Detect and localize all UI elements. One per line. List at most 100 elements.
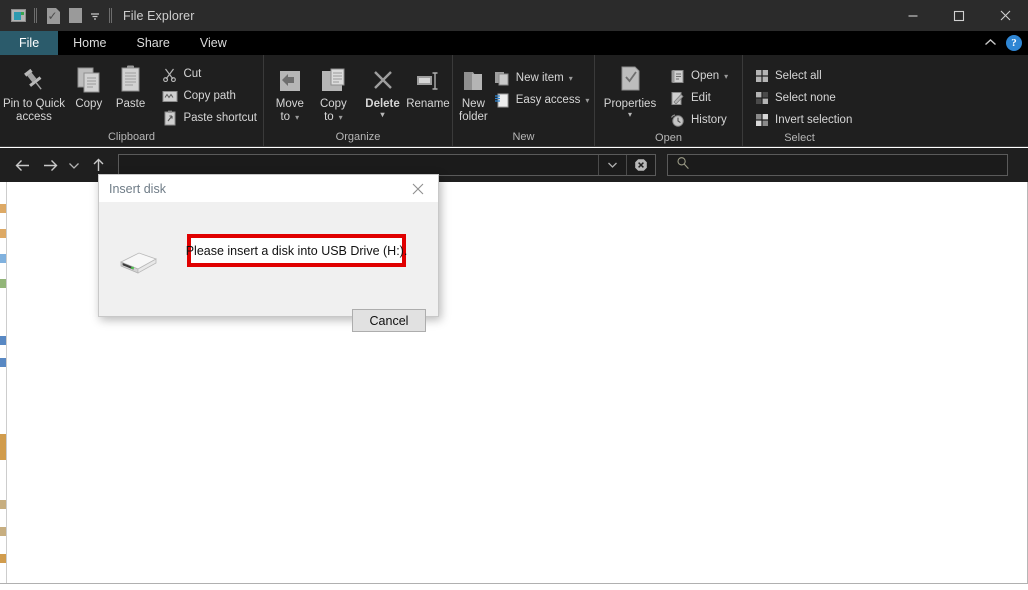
delete-button[interactable]: Delete ▾ <box>361 59 404 118</box>
easy-access-label: Easy access <box>516 94 581 106</box>
edit-button[interactable]: Edit <box>665 87 734 109</box>
tab-share[interactable]: Share <box>122 31 185 55</box>
open-icon <box>668 68 687 85</box>
new-item-button[interactable]: New item ▾ <box>490 67 596 89</box>
invert-selection-icon <box>752 112 771 129</box>
paste-shortcut-icon <box>160 110 179 127</box>
collapse-ribbon-icon[interactable] <box>984 34 997 52</box>
properties-icon[interactable] <box>42 5 64 27</box>
nav-tree-item-stub[interactable] <box>0 254 6 263</box>
select-none-button[interactable]: Select none <box>749 87 858 109</box>
ribbon-tab-bar: File Home Share View ? <box>0 31 1028 55</box>
delete-label: Delete <box>365 98 400 110</box>
paste-shortcut-button[interactable]: Paste shortcut <box>157 107 263 129</box>
open-small-commands: Open ▾ Edit <box>665 59 734 131</box>
copy-path-button[interactable]: Copy path <box>157 85 263 107</box>
copy-path-label: Copy path <box>183 90 235 102</box>
select-all-label: Select all <box>775 70 822 82</box>
help-icon[interactable]: ? <box>1006 35 1022 51</box>
paste-button[interactable]: Paste <box>110 59 152 111</box>
ribbon-group-open: Properties ▾ Open <box>595 55 743 146</box>
search-icon <box>676 156 690 175</box>
forward-button[interactable] <box>36 151 64 179</box>
easy-access-button[interactable]: Easy access ▾ <box>490 89 596 111</box>
copy-label: Copy <box>75 98 102 110</box>
open-button[interactable]: Open ▾ <box>665 65 734 87</box>
nav-tree-item-stub[interactable] <box>0 527 6 536</box>
recent-locations-icon[interactable] <box>64 151 84 179</box>
qat-divider-1 <box>34 8 37 23</box>
window-controls <box>890 0 1028 31</box>
tab-view[interactable]: View <box>185 31 242 55</box>
file-explorer-window: File Explorer File Home Share View ? <box>0 0 1028 590</box>
copy-path-icon <box>160 88 179 105</box>
pin-to-quick-access-label: Pin to Quick access <box>3 98 65 123</box>
stop-icon[interactable] <box>626 155 655 175</box>
dialog-body: Please insert a disk into USB Drive (H:)… <box>99 202 438 317</box>
move-to-label: Move to <box>276 98 304 123</box>
rename-button[interactable]: Rename <box>404 59 452 111</box>
ribbon-group-organize: Move to▾ Copy to▾ <box>264 55 453 146</box>
move-to-icon <box>275 64 305 94</box>
removable-drive-icon <box>109 246 161 280</box>
clipboard-small-commands: Cut Copy path <box>157 59 263 129</box>
select-all-button[interactable]: Select all <box>749 65 858 87</box>
dialog-message: Please insert a disk into USB Drive (H:)… <box>186 244 408 258</box>
history-label: History <box>691 114 727 126</box>
new-folder-icon[interactable] <box>64 5 86 27</box>
new-item-label: New item <box>516 72 564 84</box>
ribbon-group-new: New folder New item ▾ <box>453 55 595 146</box>
nav-tree-item-stub[interactable] <box>0 500 6 509</box>
properties-button[interactable]: Properties ▾ <box>599 59 661 118</box>
ribbon-group-clipboard: Pin to Quick access Copy <box>0 55 264 146</box>
chevron-down-icon[interactable] <box>598 155 626 175</box>
move-to-button[interactable]: Move to▾ <box>268 59 312 124</box>
navigation-pane[interactable] <box>0 182 7 583</box>
tab-file[interactable]: File <box>0 31 58 55</box>
close-icon[interactable] <box>398 175 438 202</box>
copy-button[interactable]: Copy <box>68 59 110 111</box>
cancel-button[interactable]: Cancel <box>352 309 426 332</box>
status-bar-divider <box>0 583 1028 584</box>
nav-tree-item-stub[interactable] <box>0 229 6 238</box>
rename-icon <box>413 64 443 94</box>
select-none-icon <box>752 90 771 107</box>
nav-tree-item-stub[interactable] <box>0 204 6 213</box>
cut-button[interactable]: Cut <box>157 63 263 85</box>
invert-selection-button[interactable]: Invert selection <box>749 109 858 131</box>
explorer-icon[interactable] <box>7 5 29 27</box>
new-group-label: New <box>453 130 594 146</box>
new-folder-icon <box>459 64 487 94</box>
paste-icon <box>118 64 144 94</box>
minimize-button[interactable] <box>890 0 936 31</box>
nav-tree-item-stub[interactable] <box>0 554 6 563</box>
delete-icon <box>369 64 397 94</box>
ribbon-group-select: Select all Select none <box>743 55 856 146</box>
nav-tree-item-stub[interactable] <box>0 336 6 345</box>
close-button[interactable] <box>982 0 1028 31</box>
search-box[interactable] <box>667 154 1008 176</box>
customize-chevron-icon[interactable] <box>86 10 104 22</box>
scissors-icon <box>160 66 179 83</box>
title-bar: File Explorer <box>0 0 1028 31</box>
history-button[interactable]: History <box>665 109 734 131</box>
path-input[interactable] <box>119 155 598 175</box>
pin-to-quick-access-button[interactable]: Pin to Quick access <box>0 59 68 123</box>
open-group-label: Open <box>595 131 742 146</box>
properties-label: Properties <box>604 98 656 110</box>
nav-tree-item-stub[interactable] <box>0 358 6 367</box>
address-field[interactable] <box>118 154 656 176</box>
insert-disk-dialog: Insert disk Please insert a disk into US… <box>98 174 439 317</box>
copy-to-button[interactable]: Copy to▾ <box>312 59 356 124</box>
new-small-commands: New item ▾ Easy access ▾ <box>490 59 596 111</box>
cut-label: Cut <box>183 68 201 80</box>
nav-tree-item-stub[interactable] <box>0 434 6 460</box>
tab-home[interactable]: Home <box>58 31 121 55</box>
nav-tree-item-stub[interactable] <box>0 279 6 288</box>
window-title: File Explorer <box>123 9 194 23</box>
new-folder-button[interactable]: New folder <box>459 59 488 123</box>
rename-label: Rename <box>406 98 449 110</box>
maximize-button[interactable] <box>936 0 982 31</box>
select-all-icon <box>752 68 771 85</box>
back-button[interactable] <box>8 151 36 179</box>
